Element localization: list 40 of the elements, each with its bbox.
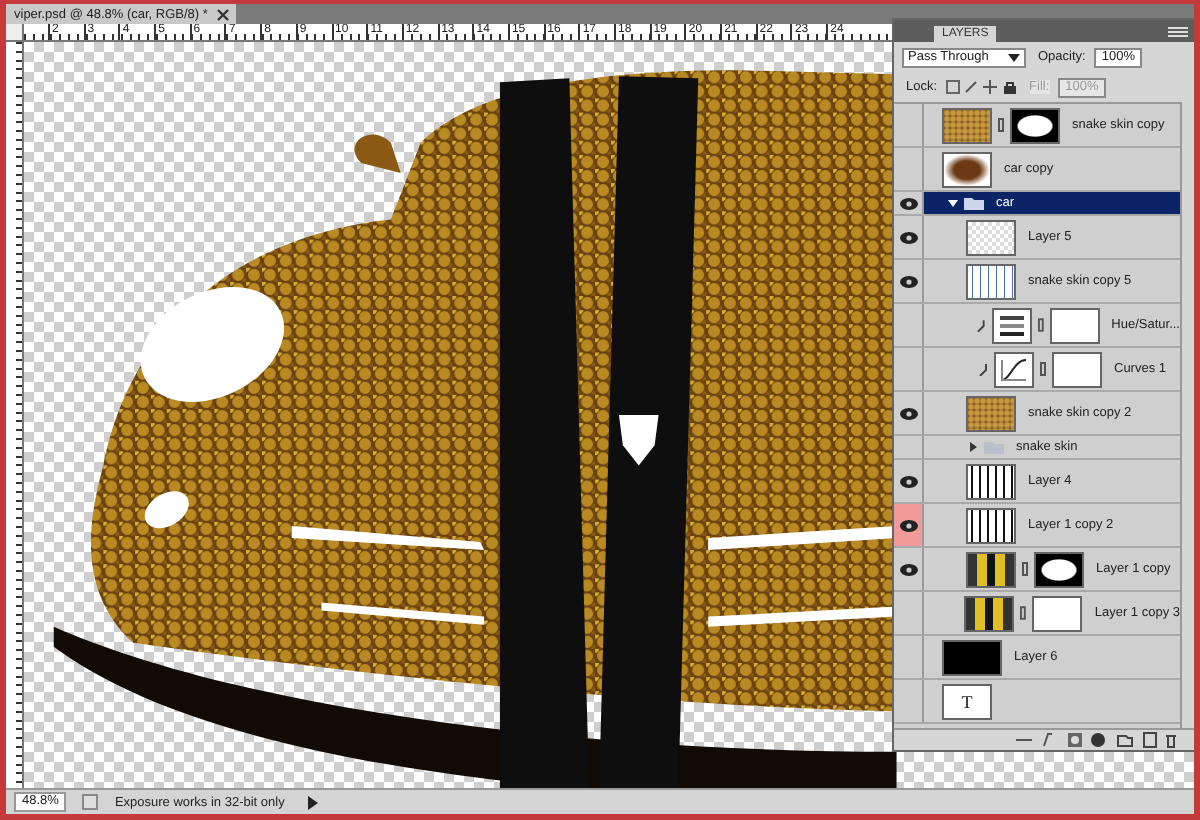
right-triangle-icon[interactable] — [968, 442, 978, 452]
eye-icon[interactable] — [899, 275, 917, 287]
lock-icons[interactable] — [945, 80, 1018, 94]
panel-menu-icon[interactable] — [1168, 25, 1188, 37]
layer-thumbnail — [942, 151, 992, 187]
eye-icon[interactable] — [899, 519, 917, 531]
text-layer-glyph: T — [961, 691, 973, 711]
close-icon[interactable] — [215, 7, 230, 21]
eye-icon[interactable] — [899, 407, 917, 419]
folder-icon — [964, 196, 984, 210]
layer-row[interactable]: T — [894, 680, 1180, 724]
eye-icon[interactable] — [899, 563, 917, 575]
caret-icon — [1008, 53, 1020, 61]
layer-mask-thumbnail — [1052, 351, 1102, 387]
layer-mask-thumbnail — [1049, 307, 1100, 343]
link-icon — [1040, 362, 1046, 376]
layer-thumbnail — [964, 595, 1015, 631]
layer-thumbnail — [966, 463, 1016, 499]
layer-thumbnail — [994, 351, 1034, 387]
layer-mask-thumbnail — [1032, 595, 1083, 631]
layer-thumbnail — [966, 395, 1016, 431]
layer-thumbnail — [966, 551, 1016, 587]
layer-thumbnail — [966, 263, 1016, 299]
layer-mask-thumbnail — [1034, 551, 1084, 587]
link-icon — [1020, 606, 1027, 620]
eye-icon[interactable] — [899, 475, 917, 487]
layer-thumbnail — [966, 219, 1016, 255]
eye-icon[interactable] — [899, 231, 917, 243]
layer-thumbnail — [942, 639, 1002, 675]
down-triangle-icon[interactable] — [948, 198, 958, 208]
layer-mask-thumbnail — [1010, 107, 1060, 143]
layer-thumbnail — [966, 507, 1016, 543]
layer-thumbnail — [991, 307, 1032, 343]
link-icon — [1037, 318, 1044, 332]
layer-thumbnail — [942, 107, 992, 143]
eye-icon[interactable] — [899, 197, 917, 209]
panel-footer-icons[interactable] — [1016, 732, 1176, 748]
link-icon — [1022, 562, 1028, 576]
play-icon[interactable] — [306, 795, 321, 809]
link-icon — [998, 118, 1004, 132]
